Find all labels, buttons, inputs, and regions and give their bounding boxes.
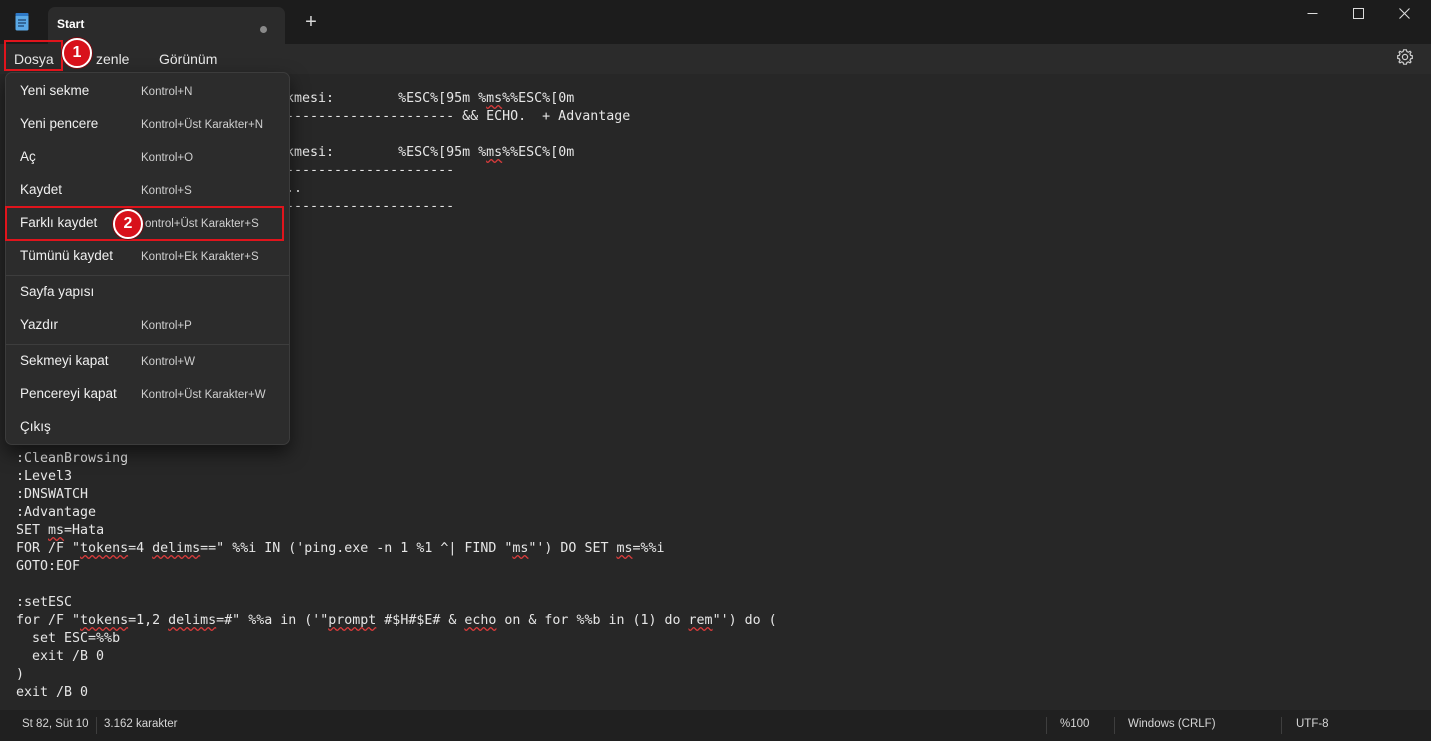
encoding[interactable]: UTF-8 — [1296, 718, 1329, 730]
menu-item-label: Tümünü kaydet — [20, 248, 114, 263]
code-line: :DNSWATCH — [16, 487, 89, 502]
close-button[interactable] — [1381, 0, 1427, 26]
menu-item-open[interactable]: Aç Kontrol+O — [6, 142, 289, 174]
menu-item-new-window[interactable]: Yeni pencere Kontrol+Üst Karakter+N — [6, 109, 289, 141]
code-fragment: --------------------- — [286, 163, 455, 178]
menu-bar: Dosya zenle Görünüm — [0, 44, 1431, 74]
tab-start[interactable]: Start — [48, 7, 285, 44]
menu-item-exit[interactable]: Çıkış — [6, 412, 289, 444]
code-line: FOR /F "tokens=4 delims==" %%i IN ('ping… — [16, 541, 665, 556]
code-line: GOTO:EOF — [16, 559, 81, 574]
code-line: set ESC=%%b — [16, 631, 121, 646]
new-tab-button[interactable]: + — [300, 10, 322, 34]
code-line: :Level3 — [16, 469, 73, 484]
code-line: :CleanBrowsing — [16, 451, 129, 466]
menu-item-label: Pencereyi kapat — [20, 386, 117, 401]
status-bar: St 82, Süt 10 3.162 karakter %100 Window… — [0, 710, 1431, 741]
menu-item-label: Yazdır — [20, 317, 59, 332]
tab-title: Start — [57, 17, 85, 31]
code-fragment: --------------------- && ECHO. + Advanta… — [286, 109, 631, 124]
code-fragment: kmesi: %ESC%[95m %ms%%ESC%[0m — [286, 91, 575, 106]
menu-item-shortcut: Kontrol+Üst Karakter+W — [141, 389, 266, 401]
menu-item-label: Aç — [20, 149, 36, 164]
cursor-position: St 82, Süt 10 — [22, 718, 89, 730]
status-divider — [1046, 717, 1047, 734]
menu-item-shortcut: Kontrol+Üst Karakter+N — [141, 119, 264, 131]
close-icon — [1398, 7, 1410, 19]
menu-item-shortcut: Kontrol+W — [141, 356, 196, 368]
menu-item-label: Yeni sekme — [20, 83, 90, 98]
highlight-box-save-as — [5, 206, 284, 241]
code-line: exit /B 0 — [16, 685, 89, 700]
menu-item-page-setup[interactable]: Sayfa yapısı — [6, 277, 289, 309]
menu-item-label: Kaydet — [20, 182, 63, 197]
minimize-button[interactable] — [1289, 0, 1335, 26]
status-divider — [1281, 717, 1282, 734]
zoom-level[interactable]: %100 — [1060, 718, 1089, 730]
menu-item-new-tab[interactable]: Yeni sekme Kontrol+N — [6, 76, 289, 108]
step-badge-1: 1 — [62, 38, 92, 68]
menu-item-shortcut: Kontrol+Ek Karakter+S — [141, 251, 259, 263]
notepad-icon — [15, 13, 29, 31]
code-line: SET ms=Hata — [16, 523, 105, 538]
menu-item-shortcut: Kontrol+S — [141, 185, 192, 197]
code-line: for /F "tokens=1,2 delims=#" %%a in ('"p… — [16, 613, 777, 628]
code-line: ) — [16, 667, 25, 682]
menu-item-save[interactable]: Kaydet Kontrol+S — [6, 175, 289, 207]
menu-item-shortcut: Kontrol+N — [141, 86, 193, 98]
menu-item-save-all[interactable]: Tümünü kaydet Kontrol+Ek Karakter+S — [6, 241, 289, 273]
menu-view[interactable]: Görünüm — [159, 49, 217, 69]
menu-item-label: Çıkış — [20, 419, 51, 434]
minimize-icon — [1307, 12, 1317, 14]
character-count: 3.162 karakter — [104, 718, 178, 730]
code-fragment: kmesi: %ESC%[95m %ms%%ESC%[0m — [286, 145, 575, 160]
maximize-icon — [1352, 7, 1364, 19]
menu-item-label: Sekmeyi kapat — [20, 353, 109, 368]
step-badge-2: 2 — [113, 209, 143, 239]
title-bar: Start + — [0, 0, 1431, 44]
code-line: exit /B 0 — [16, 649, 105, 664]
menu-item-shortcut: Kontrol+P — [141, 320, 192, 332]
menu-item-print[interactable]: Yazdır Kontrol+P — [6, 310, 289, 342]
highlight-box-file-menu — [4, 40, 63, 71]
line-ending[interactable]: Windows (CRLF) — [1128, 718, 1216, 730]
maximize-button[interactable] — [1335, 0, 1381, 26]
menu-separator — [6, 344, 289, 345]
menu-item-close-window[interactable]: Pencereyi kapat Kontrol+Üst Karakter+W — [6, 379, 289, 411]
file-menu-dropdown: Yeni sekme Kontrol+N Yeni pencere Kontro… — [5, 72, 290, 445]
code-line: :Advantage — [16, 505, 97, 520]
menu-item-label: Sayfa yapısı — [20, 284, 95, 299]
status-divider — [1114, 717, 1115, 734]
code-line: :setESC — [16, 595, 73, 610]
menu-separator — [6, 275, 289, 276]
menu-item-close-tab[interactable]: Sekmeyi kapat Kontrol+W — [6, 346, 289, 378]
vertical-scrollbar[interactable] — [1424, 74, 1431, 710]
code-fragment: --------------------- — [286, 199, 455, 214]
unsaved-dot-icon[interactable] — [260, 26, 267, 33]
settings-gear-icon[interactable] — [1395, 47, 1415, 67]
status-divider — [96, 717, 97, 734]
menu-item-label: Yeni pencere — [20, 116, 99, 131]
menu-edit[interactable]: zenle — [96, 49, 129, 69]
menu-item-shortcut: Kontrol+O — [141, 152, 194, 164]
